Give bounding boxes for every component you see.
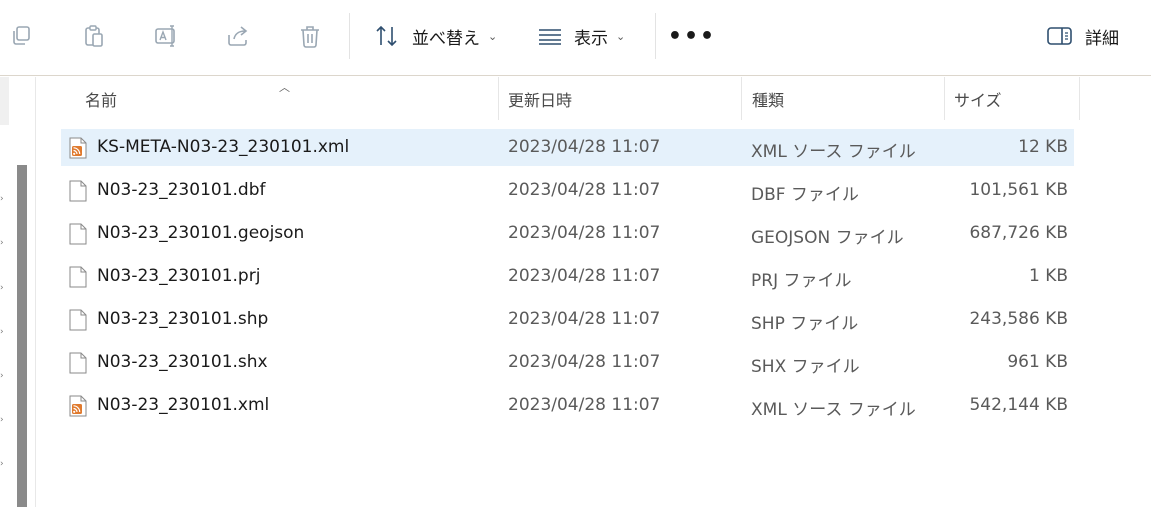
file-row[interactable]: KS-META-N03-23_230101.xml 2023/04/28 11:0… [61,129,1074,166]
file-name: N03-23_230101.shx [97,352,268,372]
file-icon [68,352,88,374]
column-divider[interactable] [1079,77,1080,120]
delete-icon[interactable] [295,20,325,52]
view-lines-icon [538,26,562,46]
details-label: 詳細 [1085,28,1119,49]
toolbar-divider [349,13,350,59]
view-button[interactable]: 表示 ⌄ [538,16,625,56]
file-row[interactable]: N03-23_230101.geojson 2023/04/28 11:07 GEO… [61,215,1074,252]
file-row[interactable]: N03-23_230101.dbf 2023/04/28 11:07 DBF ファイ… [61,172,1074,209]
file-name: N03-23_230101.xml [97,395,270,415]
details-pane-icon [1047,26,1073,46]
share-icon[interactable] [223,20,253,52]
view-label: 表示 [574,28,608,49]
column-header-modified[interactable]: 更新日時 [508,77,741,120]
file-icon [68,266,88,288]
column-header-name-label: 名前 [85,90,118,110]
file-size: 12 KB [1018,137,1068,157]
expand-chevron-icon[interactable]: › [0,371,8,381]
file-modified-date: 2023/04/28 11:07 [508,266,661,286]
file-icon [68,223,88,245]
column-header-type[interactable]: 種類 [752,77,944,120]
file-row[interactable]: N03-23_230101.prj 2023/04/28 11:07 PRJ ファイ… [61,258,1074,295]
column-header-row: 名前 更新日時 種類 サイズ [37,77,1151,120]
expand-chevron-icon[interactable]: › [0,194,8,204]
file-type: SHX ファイル [751,357,860,377]
file-row[interactable]: N03-23_230101.shx 2023/04/28 11:07 SHX ファイ… [61,344,1074,381]
file-type: XML ソース ファイル [751,142,916,162]
xml-feed-icon [68,395,88,417]
column-divider[interactable] [498,77,499,120]
file-type: PRJ ファイル [751,271,852,291]
column-header-type-label: 種類 [752,90,785,110]
file-size: 101,561 KB [969,180,1068,200]
details-pane-button[interactable]: 詳細 [1047,16,1119,56]
paste-icon[interactable] [79,20,109,52]
file-icon [68,309,88,331]
xml-feed-icon [68,137,88,159]
file-modified-date: 2023/04/28 11:07 [508,137,661,157]
column-header-size-label: サイズ [954,90,1002,110]
column-header-modified-label: 更新日時 [508,90,573,110]
file-name: KS-META-N03-23_230101.xml [97,137,350,157]
file-size: 542,144 KB [969,395,1068,415]
chevron-down-icon: ⌄ [616,29,626,43]
chevron-down-icon: ⌄ [488,29,498,43]
file-icon [68,180,88,202]
column-header-name[interactable]: 名前 [85,77,498,120]
navigation-pane: › › › › › › › [0,77,36,507]
file-modified-date: 2023/04/28 11:07 [508,180,661,200]
column-divider[interactable] [741,77,742,120]
expand-chevron-icon[interactable]: › [0,415,8,425]
file-type: XML ソース ファイル [751,400,916,420]
column-divider[interactable] [944,77,945,120]
column-header-size[interactable]: サイズ [954,77,1079,120]
nav-scrollbar-thumb[interactable] [17,165,27,507]
nav-scrollbar-track[interactable] [0,77,9,125]
see-more-button[interactable]: ••• [668,24,714,49]
expand-chevron-icon[interactable]: › [0,283,8,293]
file-type: SHP ファイル [751,314,859,334]
expand-chevron-icon[interactable]: › [0,238,8,248]
sort-button[interactable]: 並べ替え ⌄ [374,16,497,56]
file-modified-date: 2023/04/28 11:07 [508,223,661,243]
file-modified-date: 2023/04/28 11:07 [508,352,661,372]
rename-icon[interactable] [151,20,181,52]
file-row[interactable]: N03-23_230101.xml 2023/04/28 11:07 XML ソース… [61,387,1074,424]
sort-label: 並べ替え [412,28,480,49]
expand-chevron-icon[interactable]: › [0,459,8,469]
file-row[interactable]: N03-23_230101.shp 2023/04/28 11:07 SHP ファイ… [61,301,1074,338]
sort-ascending-icon: ︿ [279,81,290,94]
file-type: DBF ファイル [751,185,859,205]
file-modified-date: 2023/04/28 11:07 [508,395,661,415]
file-modified-date: 2023/04/28 11:07 [508,309,661,329]
file-name: N03-23_230101.prj [97,266,261,286]
file-name: N03-23_230101.geojson [97,223,305,243]
file-name: N03-23_230101.shp [97,309,269,329]
command-bar: 並べ替え ⌄ 表示 ⌄ ••• 詳細 [0,0,1151,76]
file-name: N03-23_230101.dbf [97,180,266,200]
file-size: 961 KB [1007,352,1068,372]
copy-icon[interactable] [7,20,37,52]
file-type: GEOJSON ファイル [751,228,904,248]
file-size: 687,726 KB [969,223,1068,243]
toolbar-divider [655,13,656,59]
file-size: 1 KB [1028,266,1068,286]
sort-arrows-icon [374,24,400,48]
expand-chevron-icon[interactable]: › [0,327,8,337]
file-size: 243,586 KB [969,309,1068,329]
